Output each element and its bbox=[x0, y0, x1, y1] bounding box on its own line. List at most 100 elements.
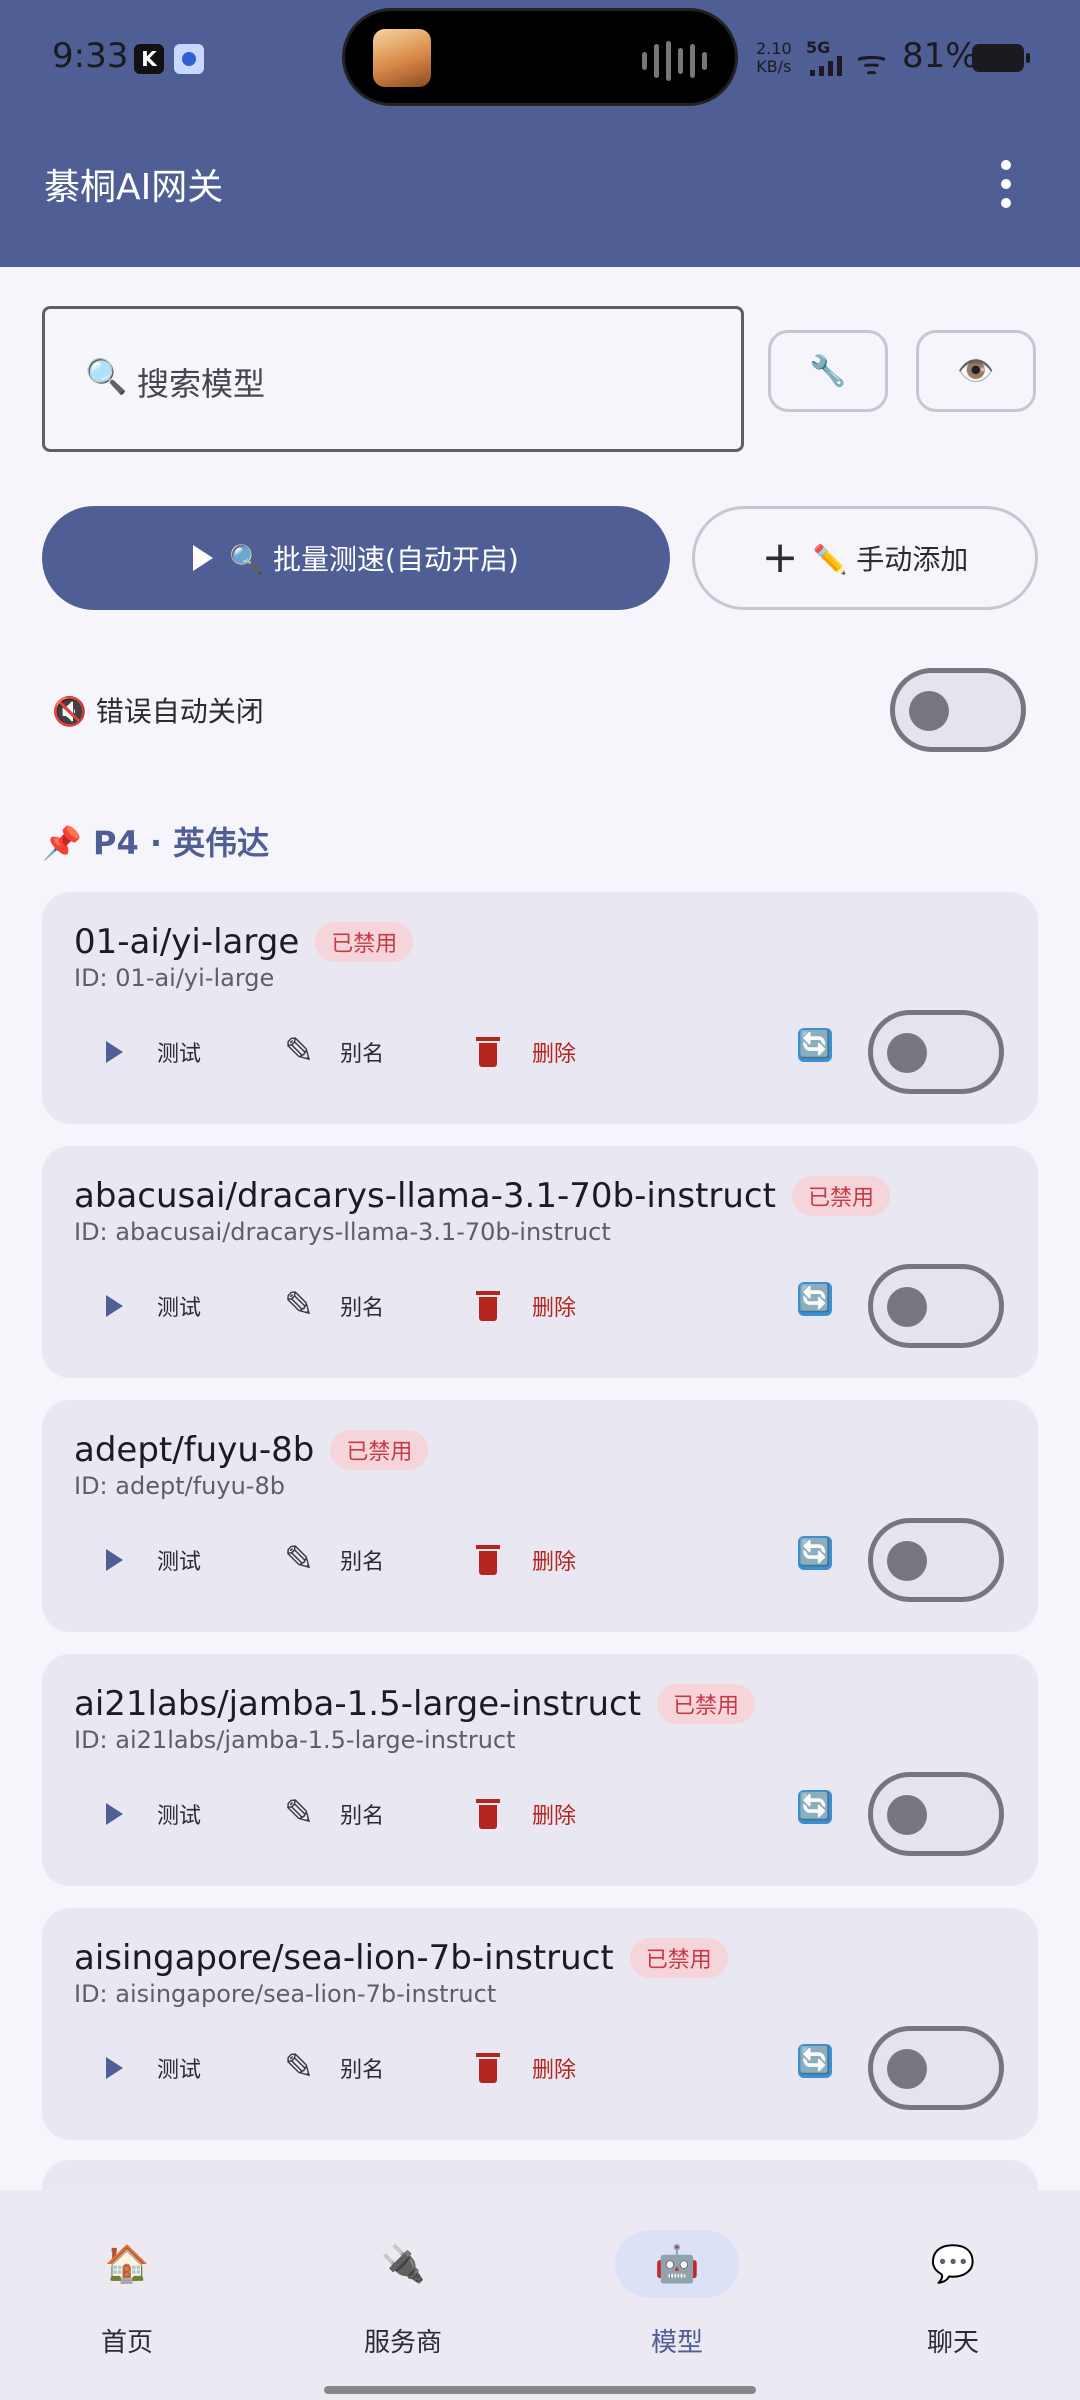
camera-app-icon bbox=[174, 44, 204, 74]
wrench-button[interactable]: 🔧 bbox=[768, 330, 888, 412]
more-vert-icon[interactable] bbox=[996, 160, 1016, 208]
model-name: ai21labs/jamba-1.5-large-instruct bbox=[74, 1684, 642, 1724]
model-card[interactable]: 01-ai/yi-large 已禁用 ID: 01-ai/yi-large 测试 ✎ 别名… bbox=[42, 892, 1038, 1124]
play-icon bbox=[193, 545, 214, 571]
error-auto-close-toggle[interactable] bbox=[890, 668, 1026, 752]
alias-button[interactable]: ✎ 别名 bbox=[284, 1794, 384, 1834]
delete-label: 删除 bbox=[532, 1296, 577, 1321]
home-indicator[interactable] bbox=[324, 2386, 756, 2394]
signal-icon bbox=[810, 56, 842, 76]
delete-button[interactable]: 删除 bbox=[476, 1540, 576, 1580]
alias-label: 别名 bbox=[340, 1550, 385, 1575]
dynamic-island[interactable] bbox=[342, 8, 738, 106]
toggle-knob bbox=[909, 691, 949, 731]
refresh-icon[interactable]: 🔄 bbox=[798, 2044, 832, 2078]
alias-button[interactable]: ✎ 别名 bbox=[284, 1540, 384, 1580]
robot-icon: 🤖 bbox=[615, 2230, 739, 2298]
play-icon bbox=[106, 1549, 123, 1571]
audio-wave-icon bbox=[642, 41, 707, 81]
disabled-badge: 已禁用 bbox=[629, 1938, 728, 1978]
battery-percent: 81% bbox=[902, 36, 978, 76]
alias-label: 别名 bbox=[340, 1804, 385, 1829]
delete-button[interactable]: 删除 bbox=[476, 1794, 576, 1834]
trash-icon bbox=[476, 1037, 500, 1067]
delete-label: 删除 bbox=[532, 1042, 577, 1067]
plug-icon: 🔌 bbox=[380, 2244, 426, 2285]
play-icon bbox=[106, 1803, 123, 1825]
nav-item-home[interactable]: 🏠 首页 bbox=[7, 2190, 247, 2400]
refresh-icon[interactable]: 🔄 bbox=[798, 1536, 832, 1570]
refresh-icon[interactable]: 🔄 bbox=[798, 1790, 832, 1824]
model-name: 01-ai/yi-large bbox=[74, 922, 300, 962]
search-icon: 🔍 bbox=[85, 357, 128, 397]
refresh-icon[interactable]: 🔄 bbox=[798, 1282, 832, 1316]
test-label: 测试 bbox=[157, 1550, 202, 1575]
app-title: 綦桐AI网关 bbox=[44, 167, 224, 208]
toggle-knob bbox=[887, 1287, 927, 1327]
search-input[interactable]: 🔍 搜索模型 bbox=[42, 306, 744, 452]
model-id: ID: ai21labs/jamba-1.5-large-instruct bbox=[74, 1726, 516, 1754]
nav-item-providers[interactable]: 🔌 服务商 bbox=[283, 2190, 523, 2400]
delete-button[interactable]: 删除 bbox=[476, 1286, 576, 1326]
nav-item-models[interactable]: 🤖 模型 bbox=[557, 2190, 797, 2400]
model-name-row: aisingapore/sea-lion-7b-instruct 已禁用 bbox=[74, 1938, 728, 1978]
delete-button[interactable]: 删除 bbox=[476, 1032, 576, 1072]
eye-icon: 👁️ bbox=[957, 353, 995, 389]
test-button[interactable]: 测试 bbox=[106, 1286, 201, 1326]
model-name: aisingapore/sea-lion-7b-instruct bbox=[74, 1938, 614, 1978]
network-type: 5G bbox=[806, 38, 831, 57]
refresh-icon[interactable]: 🔄 bbox=[798, 1028, 832, 1062]
visibility-button[interactable]: 👁️ bbox=[916, 330, 1036, 412]
disabled-badge: 已禁用 bbox=[791, 1176, 890, 1216]
test-label: 测试 bbox=[157, 1042, 202, 1067]
test-label: 测试 bbox=[157, 1296, 202, 1321]
model-enable-toggle[interactable] bbox=[868, 1772, 1004, 1856]
model-card[interactable]: abacusai/dracarys-llama-3.1-70b-instruct… bbox=[42, 1146, 1038, 1378]
test-button[interactable]: 测试 bbox=[106, 1540, 201, 1580]
test-button[interactable]: 测试 bbox=[106, 1794, 201, 1834]
alias-label: 别名 bbox=[340, 1042, 385, 1067]
model-enable-toggle[interactable] bbox=[868, 1010, 1004, 1094]
model-name-row: adept/fuyu-8b 已禁用 bbox=[74, 1430, 429, 1470]
nav-label-providers: 服务商 bbox=[363, 2328, 442, 2358]
model-name-row: ai21labs/jamba-1.5-large-instruct 已禁用 bbox=[74, 1684, 756, 1724]
alias-button[interactable]: ✎ 别名 bbox=[284, 1032, 384, 1072]
model-card[interactable]: aisingapore/sea-lion-7b-instruct 已禁用 ID: a… bbox=[42, 1908, 1038, 2140]
edit-icon: ✎ bbox=[284, 1031, 315, 1072]
trash-icon bbox=[476, 2053, 500, 2083]
model-card[interactable]: ai21labs/jamba-1.5-large-instruct 已禁用 ID: … bbox=[42, 1654, 1038, 1886]
bottom-navigation: 🏠 首页 🔌 服务商 🤖 模型 💬 聊天 bbox=[0, 2190, 1080, 2400]
trash-icon bbox=[476, 1799, 500, 1829]
alias-button[interactable]: ✎ 别名 bbox=[284, 2048, 384, 2088]
section-header: 📌 P4 · 英伟达 bbox=[42, 824, 270, 862]
alias-button[interactable]: ✎ 别名 bbox=[284, 1286, 384, 1326]
test-button[interactable]: 测试 bbox=[106, 2048, 201, 2088]
battery-icon bbox=[972, 44, 1030, 72]
status-bar: 9:33 K 2.10 KB/s 5G ᯤ 81% bbox=[0, 0, 1080, 115]
test-label: 测试 bbox=[157, 2058, 202, 2083]
alias-label: 别名 bbox=[340, 1296, 385, 1321]
nav-label-models: 模型 bbox=[650, 2328, 703, 2358]
edit-icon: ✎ bbox=[284, 1285, 315, 1326]
alias-label: 别名 bbox=[340, 2058, 385, 2083]
nav-label-home: 首页 bbox=[100, 2328, 153, 2358]
play-icon bbox=[106, 1295, 123, 1317]
toggle-knob bbox=[887, 2049, 927, 2089]
model-enable-toggle[interactable] bbox=[868, 1518, 1004, 1602]
disabled-badge: 已禁用 bbox=[657, 1684, 756, 1724]
test-button[interactable]: 测试 bbox=[106, 1032, 201, 1072]
model-card[interactable]: adept/fuyu-8b 已禁用 ID: adept/fuyu-8b 测试 ✎ 别名 删除… bbox=[42, 1400, 1038, 1632]
model-name-row: abacusai/dracarys-llama-3.1-70b-instruct… bbox=[74, 1176, 890, 1216]
model-enable-toggle[interactable] bbox=[868, 1264, 1004, 1348]
batch-speed-test-button[interactable]: 🔍 批量测速(自动开启) bbox=[42, 506, 670, 610]
nav-item-chat[interactable]: 💬 聊天 bbox=[833, 2190, 1073, 2400]
home-icon: 🏠 bbox=[104, 2244, 150, 2285]
delete-button[interactable]: 删除 bbox=[476, 2048, 576, 2088]
manual-add-button[interactable]: + ✏️ 手动添加 bbox=[692, 506, 1038, 610]
delete-label: 删除 bbox=[532, 1550, 577, 1575]
trash-icon bbox=[476, 1291, 500, 1321]
model-id: ID: abacusai/dracarys-llama-3.1-70b-inst… bbox=[74, 1218, 611, 1246]
model-name: adept/fuyu-8b bbox=[74, 1430, 315, 1470]
model-enable-toggle[interactable] bbox=[868, 2026, 1004, 2110]
edit-icon: ✎ bbox=[284, 2047, 315, 2088]
